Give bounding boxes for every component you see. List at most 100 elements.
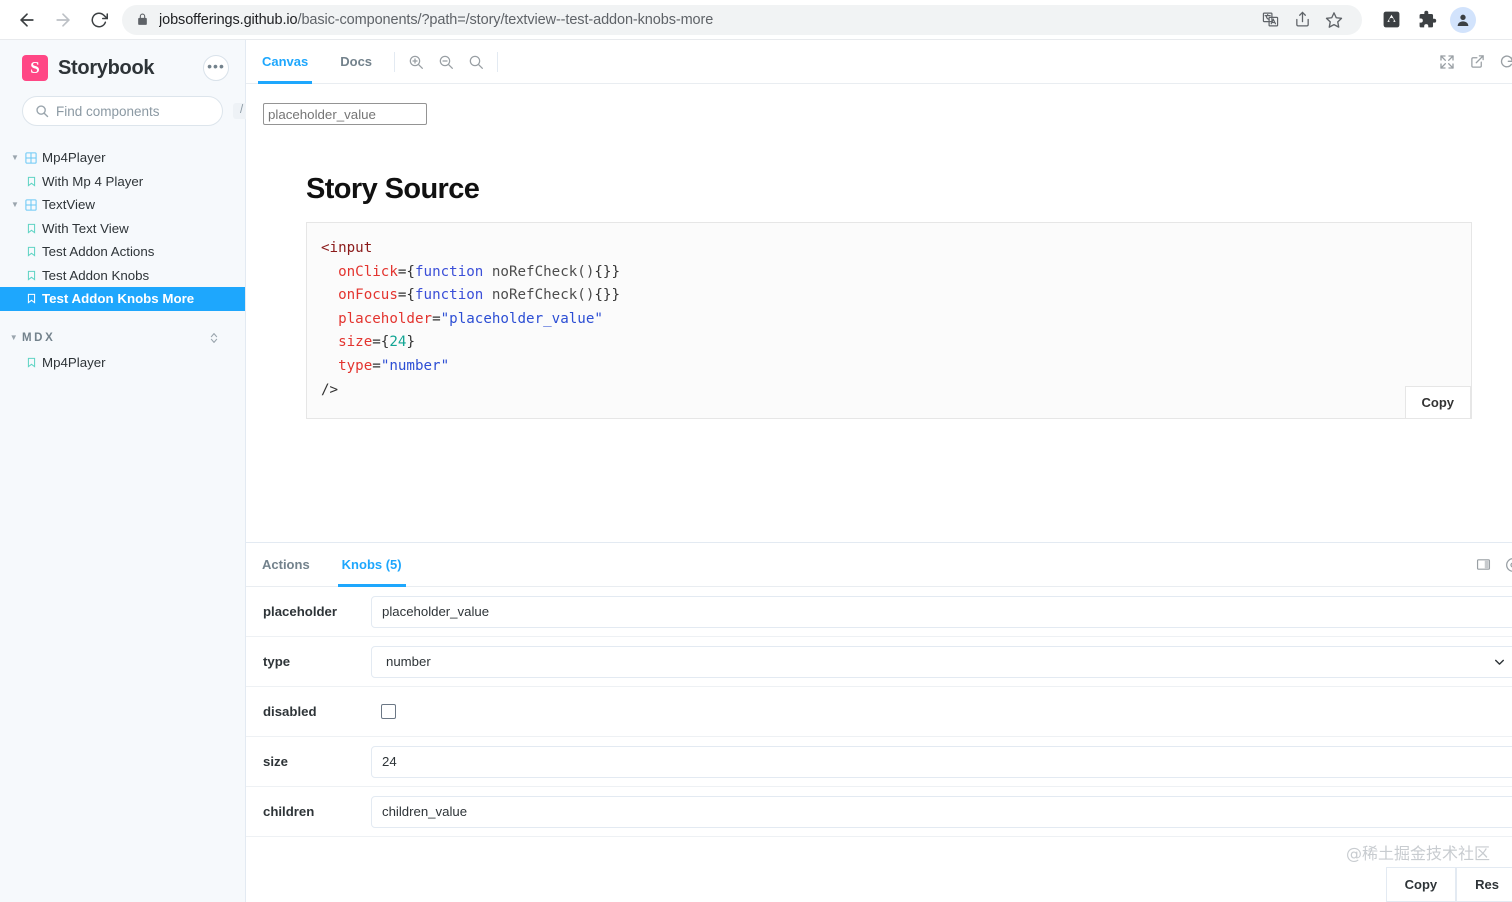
brand-title: Storybook [58, 56, 155, 79]
tab-label: Docs [340, 54, 373, 69]
story-source-section: Story Source <input onClick={function no… [246, 125, 1512, 420]
preview-toolbar-right [1432, 47, 1512, 77]
knob-control [371, 704, 1512, 719]
url-domain: jobsofferings.github.io [159, 11, 298, 28]
panel-position-icon[interactable] [1468, 550, 1498, 580]
zoom-out-icon[interactable] [431, 47, 461, 77]
tab-canvas[interactable]: Canvas [246, 40, 324, 84]
tab-actions[interactable]: Actions [246, 543, 326, 587]
puzzle-icon[interactable] [1414, 7, 1440, 33]
toolbar-divider [394, 51, 396, 72]
knob-checkbox-disabled[interactable] [381, 704, 396, 719]
sidebar-section-mdx[interactable]: ▼ MDX [0, 325, 245, 351]
knob-value: 24 [382, 754, 397, 769]
code-token: noRefCheck() [483, 263, 595, 280]
tree-item-label: TextView [42, 197, 95, 213]
canvas-preview: placeholder_value Story Source <input on… [246, 84, 1512, 542]
code-token: <input [321, 240, 373, 256]
extension-icon[interactable] [1378, 7, 1404, 33]
section-label: MDX [22, 331, 56, 344]
copy-source-button[interactable]: Copy [1404, 386, 1471, 420]
sidebar-menu-button[interactable]: ••• [203, 55, 229, 81]
preview-toolbar: Canvas Docs [246, 40, 1512, 84]
tree-item-textview[interactable]: ▼ TextView [0, 193, 245, 217]
tree-item-mp4player[interactable]: ▼ Mp4Player [0, 146, 245, 170]
translate-icon[interactable] [1256, 6, 1284, 34]
code-token: size [338, 334, 373, 351]
reset-knobs-button[interactable]: Res [1456, 867, 1512, 902]
knob-row-disabled: disabled [246, 687, 1512, 737]
component-tree: ▼ Mp4Player With Mp 4 Player ▼ TextView [0, 146, 245, 374]
chevron-down-icon[interactable]: ▼ [8, 153, 22, 162]
code-token: placeholder [338, 310, 433, 327]
refresh-icon[interactable] [1492, 47, 1512, 77]
component-icon [22, 152, 40, 164]
reload-icon[interactable] [82, 3, 116, 37]
tree-item-test-addon-knobs-more[interactable]: Test Addon Knobs More [0, 287, 245, 311]
back-arrow-icon[interactable] [10, 3, 44, 37]
settings-circle-icon[interactable] [1498, 550, 1512, 580]
sidebar-search-wrap: / [0, 92, 251, 126]
code-token: function [414, 263, 484, 280]
tree-item-with-mp4-player[interactable]: With Mp 4 Player [0, 170, 245, 194]
tree-item-label: Test Addon Actions [42, 244, 155, 260]
rendered-story-input[interactable]: placeholder_value [263, 103, 427, 125]
tree-item-mdx-mp4player[interactable]: Mp4Player [0, 351, 245, 375]
code-token: 24 [389, 334, 407, 351]
addon-panel-actions [1468, 550, 1512, 580]
tab-label: Canvas [262, 54, 309, 69]
url-path: /basic-components/?path=/story/textview-… [297, 11, 714, 28]
knob-row-type: type number [246, 637, 1512, 687]
fullscreen-icon[interactable] [1432, 47, 1462, 77]
tree-item-test-addon-actions[interactable]: Test Addon Actions [0, 240, 245, 264]
tab-label: Knobs (5) [341, 557, 402, 572]
tab-knobs[interactable]: Knobs (5) [326, 543, 418, 587]
knob-control: children_value [371, 795, 1512, 828]
zoom-in-icon[interactable] [401, 47, 431, 77]
knob-row-placeholder: placeholder placeholder_value [246, 587, 1512, 637]
code-token: noRefCheck() [483, 287, 595, 304]
story-source-title: Story Source [306, 173, 480, 205]
story-icon [22, 176, 40, 187]
browser-toolbar: jobsofferings.github.io/basic-components… [0, 0, 1512, 40]
knob-label: size [263, 754, 288, 769]
tree-item-test-addon-knobs[interactable]: Test Addon Knobs [0, 264, 245, 288]
search-box[interactable]: / [22, 96, 251, 126]
logo-letter: S [30, 58, 40, 77]
knobs-table: placeholder placeholder_value type numbe… [246, 587, 1512, 902]
address-bar[interactable]: jobsofferings.github.io/basic-components… [122, 4, 1362, 35]
knob-text-input-placeholder[interactable]: placeholder_value [371, 595, 1512, 628]
tab-docs[interactable]: Docs [324, 40, 388, 84]
story-icon [22, 270, 40, 281]
star-icon[interactable] [1320, 6, 1348, 34]
copy-knobs-button[interactable]: Copy [1385, 867, 1457, 902]
knob-label: children [263, 804, 315, 819]
zoom-reset-icon[interactable] [461, 47, 491, 77]
tree-item-label: Test Addon Knobs More [42, 291, 195, 307]
component-icon [22, 199, 40, 211]
search-input[interactable] [56, 103, 233, 119]
tab-label: Actions [262, 557, 310, 572]
code-token: ={ [397, 263, 415, 280]
url-text: jobsofferings.github.io/basic-components… [159, 12, 713, 28]
tree-item-with-text-view[interactable]: With Text View [0, 217, 245, 241]
knob-value: placeholder_value [382, 604, 490, 619]
chevron-down-icon[interactable]: ▼ [8, 200, 22, 209]
code-token: ={ [397, 287, 415, 304]
story-source-code-box: <input onClick={function noRefCheck(){}}… [306, 222, 1472, 420]
code-token: onFocus [338, 287, 398, 304]
knob-text-input-size[interactable]: 24 [371, 745, 1512, 778]
share-icon[interactable] [1288, 6, 1316, 34]
sort-chevrons-icon[interactable] [209, 331, 219, 345]
knob-text-input-children[interactable]: children_value [371, 795, 1512, 828]
forward-arrow-icon[interactable] [46, 3, 80, 37]
storybook-app: S Storybook ••• / ▼ Mp4Player [0, 40, 1512, 902]
chevron-down-icon[interactable]: ▼ [8, 333, 22, 342]
search-icon [35, 104, 49, 118]
sidebar-header: S Storybook ••• [0, 40, 245, 92]
code-token: "number" [380, 357, 450, 374]
knob-select-type[interactable]: number [371, 645, 1512, 678]
open-in-new-tab-icon[interactable] [1462, 47, 1492, 77]
profile-avatar-icon[interactable] [1450, 6, 1476, 33]
